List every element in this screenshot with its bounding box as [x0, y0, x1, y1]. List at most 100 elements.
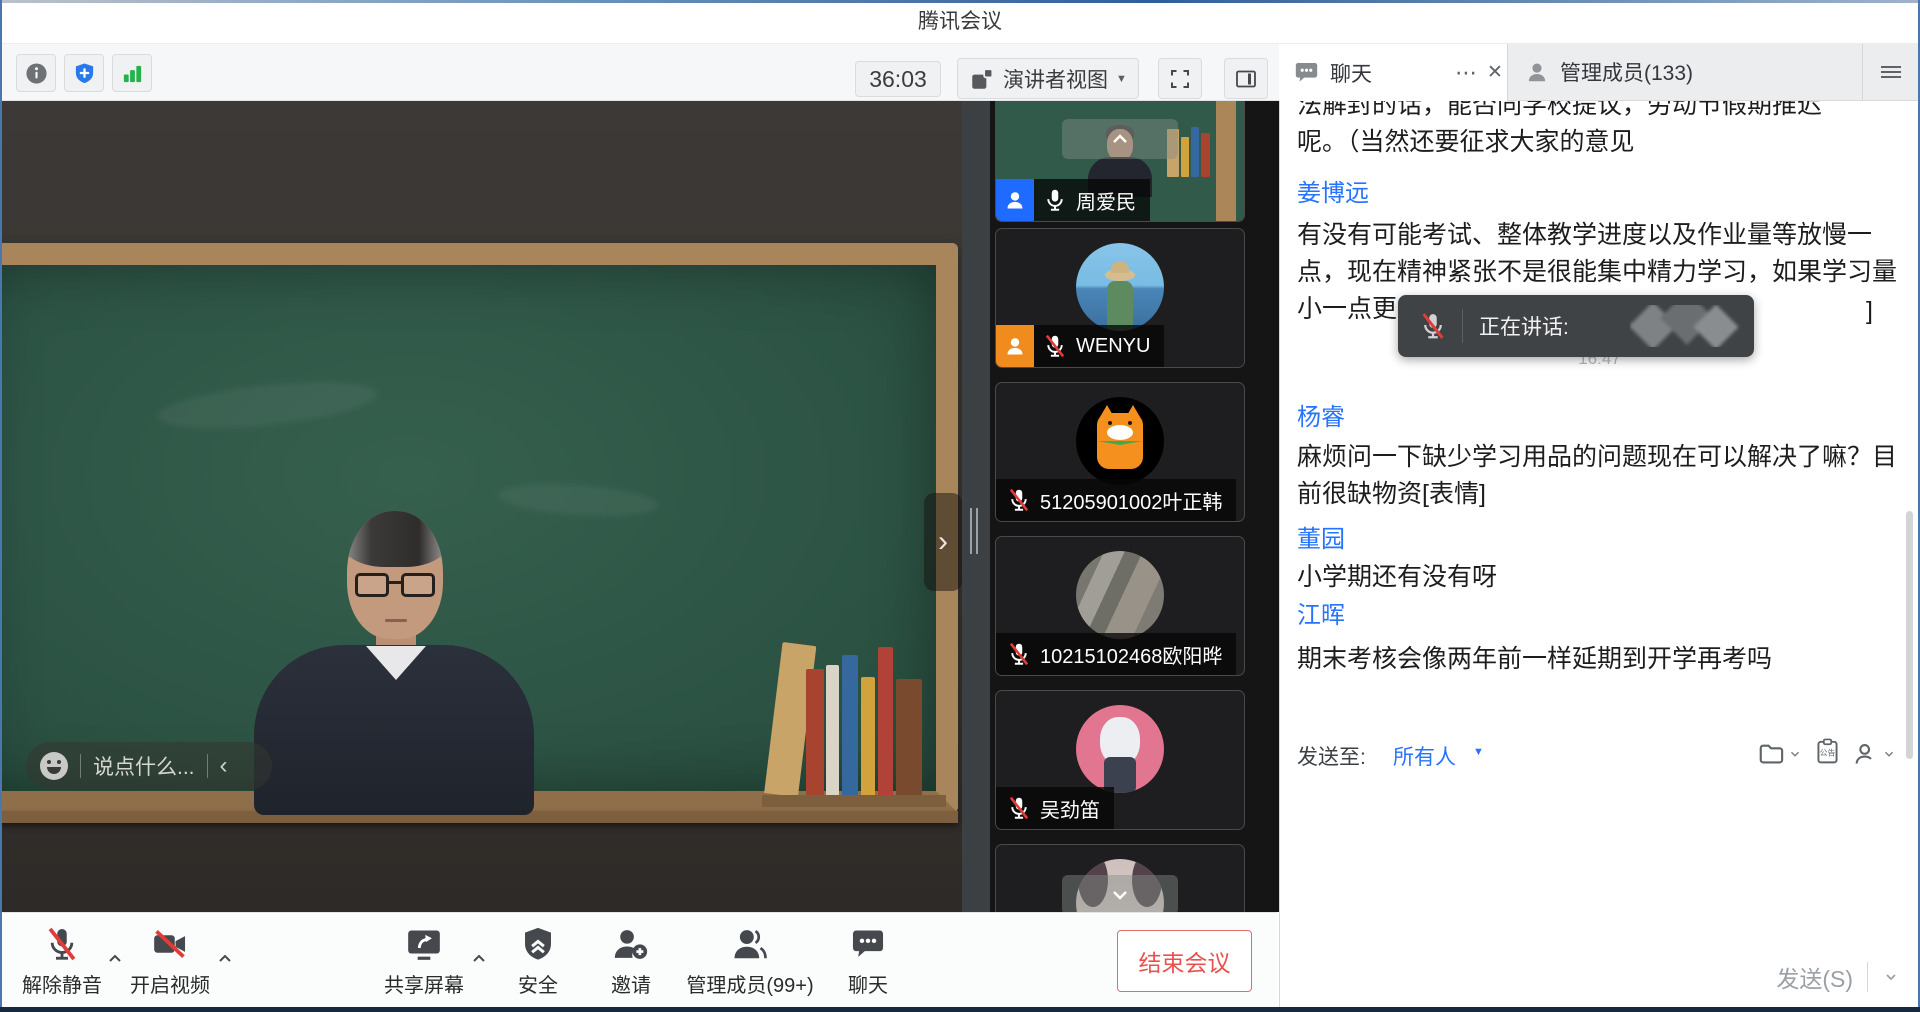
chat-author: 江晖: [1297, 601, 1345, 631]
chat-message: 期末考核会像两年前一样延期到开学再考吗: [1297, 641, 1909, 678]
meeting-controls-toolbar: 解除静音 开启视频 共享屏幕 安全 邀请 管理成员(99+) 聊天 结束会议: [0, 912, 1277, 1007]
presenter-face: [347, 511, 443, 639]
drag-handle[interactable]: [970, 508, 972, 554]
top-toolbar: 36:03 演讲者视图 ▼: [0, 44, 1279, 101]
close-panel-icon[interactable]: ✕: [1487, 61, 1503, 84]
panel-divider: [962, 101, 990, 912]
chat-message: 小学期还有没有呀: [1297, 559, 1909, 596]
say-something-input[interactable]: 说点什么... ‹: [26, 742, 272, 790]
chat-input-area[interactable]: [1280, 777, 1919, 953]
tab-chat-label: 聊天: [1330, 58, 1372, 88]
tab-members-label: 管理成员(133): [1560, 57, 1693, 87]
main-video-stage[interactable]: 说点什么... ‹ ›: [0, 101, 962, 912]
window-border-bottom: [0, 1007, 1920, 1012]
network-status-button[interactable]: [112, 54, 152, 92]
panel-menu-button[interactable]: [1862, 44, 1918, 101]
participant-name: WENYU: [1076, 335, 1150, 358]
security-shield-icon: [519, 925, 557, 963]
chat-bubble-icon: [1293, 59, 1320, 86]
participant-tile[interactable]: [995, 844, 1245, 912]
mention-button[interactable]: [1852, 740, 1897, 769]
send-controls: 发送(S): [1776, 957, 1918, 997]
emoji-icon[interactable]: [40, 752, 68, 780]
chat-panel: 法解封的话，能否同学校提议，劳动节假期推迟 呢。（当然还要征求大家的意见 姜博远…: [1279, 101, 1918, 1007]
participant-tile[interactable]: 51205901002叶正韩: [995, 382, 1245, 522]
meeting-info-button[interactable]: [16, 54, 56, 92]
fullscreen-button[interactable]: [1158, 58, 1202, 99]
chat-label: 聊天: [824, 969, 912, 998]
expand-right-icon: ›: [938, 525, 948, 559]
bookshelf: [762, 609, 946, 807]
expand-strip-button[interactable]: [1062, 875, 1178, 912]
mic-muted-icon: [43, 925, 81, 963]
end-meeting-button[interactable]: 结束会议: [1117, 930, 1252, 992]
mic-muted-icon: [1006, 795, 1032, 821]
speaker-view-icon: [969, 66, 995, 92]
chat-author: 董园: [1297, 525, 1345, 555]
file-transfer-button[interactable]: [1757, 739, 1803, 769]
chevron-down-icon: [1881, 746, 1897, 762]
invite-label: 邀请: [587, 969, 675, 998]
more-icon[interactable]: ⋯: [1455, 60, 1477, 86]
mic-options-chevron-icon[interactable]: [106, 951, 124, 965]
chat-message: 麻烦问一下缺少学习用品的问题现在可以解决了嘛？目 前很缺物资[表情]: [1297, 439, 1909, 513]
camera-off-icon: [151, 925, 189, 963]
participant-name-bar: 51205901002叶正韩: [996, 479, 1236, 521]
view-selector[interactable]: 演讲者视图 ▼: [957, 58, 1139, 99]
participant-tile[interactable]: 吴劲笛: [995, 690, 1245, 830]
send-options-icon[interactable]: [1882, 968, 1900, 986]
send-to-label: 发送至:: [1297, 741, 1366, 771]
collapse-strip-button[interactable]: [1062, 119, 1178, 159]
mic-muted-icon: [1042, 333, 1068, 359]
person-icon: [1003, 188, 1027, 212]
shield-plus-icon: [73, 62, 96, 85]
share-screen-icon: [405, 925, 443, 963]
chat-author: 杨睿: [1297, 403, 1345, 433]
send-to-selector[interactable]: 所有人: [1393, 741, 1456, 771]
panel-tab-bar: 聊天 ⋯ ✕ 管理成员(133): [1279, 44, 1918, 101]
send-button[interactable]: 发送(S): [1776, 960, 1853, 994]
expand-right-handle[interactable]: ›: [924, 493, 962, 591]
announcement-button[interactable]: 公告: [1813, 737, 1842, 771]
share-screen-label: 共享屏幕: [378, 969, 470, 998]
protection-button[interactable]: [64, 54, 104, 92]
participant-name-bar: 吴劲笛: [996, 787, 1114, 829]
collapse-left-icon[interactable]: ‹: [220, 752, 228, 780]
speaker-name-redacted: [1630, 305, 1744, 347]
chevron-down-icon: ▼: [1116, 73, 1127, 85]
start-video-label: 开启视频: [124, 969, 216, 998]
chat-message: 法解封的话，能否同学校提议，劳动节假期推迟 呢。（当然还要征求大家的意见: [1297, 101, 1909, 161]
security-label: 安全: [494, 969, 582, 998]
mic-muted-icon: [1006, 641, 1032, 667]
share-options-chevron-icon[interactable]: [470, 951, 488, 965]
view-selector-label: 演讲者视图: [1003, 64, 1108, 94]
tab-chat[interactable]: 聊天 ⋯ ✕: [1279, 44, 1508, 101]
say-something-placeholder: 说点什么...: [93, 751, 195, 781]
svg-text:公告: 公告: [1820, 748, 1836, 758]
video-options-chevron-icon[interactable]: [216, 951, 234, 965]
side-panel-toggle-button[interactable]: [1224, 58, 1268, 99]
chevron-down-icon: ▼: [1473, 746, 1484, 758]
participant-tile[interactable]: WENYU: [995, 228, 1245, 368]
announcement-icon: 公告: [1813, 737, 1842, 766]
menu-icon: [1881, 63, 1901, 81]
participant-name-bar: 10215102468欧阳晔: [996, 633, 1236, 675]
invite-icon: [612, 925, 650, 963]
window-border-left: [0, 0, 2, 1012]
chevron-down-icon: [1108, 883, 1132, 907]
title-bar: 腾讯会议: [0, 0, 1920, 44]
member-person-icon: [1524, 59, 1550, 85]
participant-tile[interactable]: 周爱民: [995, 101, 1245, 222]
mention-person-icon: [1852, 740, 1881, 769]
avatar: [1076, 551, 1164, 639]
manage-members-label: 管理成员(99+): [682, 969, 818, 998]
chat-scrollbar[interactable]: [1906, 511, 1913, 759]
folder-icon: [1757, 739, 1787, 769]
tab-members[interactable]: 管理成员(133): [1508, 44, 1862, 101]
participant-tile[interactable]: 10215102468欧阳晔: [995, 536, 1245, 676]
side-panel-icon: [1234, 67, 1258, 91]
mic-icon: [1042, 187, 1068, 213]
avatar: [1076, 243, 1164, 331]
participant-name: 周爱民: [1076, 186, 1136, 215]
speaking-toast: 正在讲话:: [1398, 295, 1754, 357]
